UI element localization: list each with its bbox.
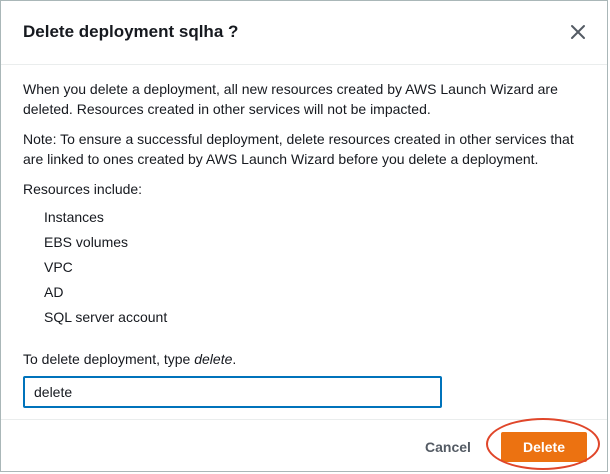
dialog-title: Delete deployment sqlha ?: [23, 22, 239, 41]
close-button[interactable]: [569, 23, 587, 41]
confirm-instruction: To delete deployment, type delete.: [23, 351, 236, 367]
confirm-suffix: .: [232, 351, 237, 367]
list-item: EBS volumes: [44, 234, 129, 250]
dialog-header: Delete deployment sqlha ?: [1, 1, 607, 65]
close-icon: [571, 25, 585, 39]
resources-list: Instances EBS volumes VPC AD SQL server …: [23, 205, 593, 330]
list-item: SQL server account: [44, 309, 168, 325]
cancel-button[interactable]: Cancel: [409, 433, 487, 461]
deletion-info-text: When you delete a deployment, all new re…: [23, 81, 558, 117]
deletion-note-text: Note: To ensure a successful deployment,…: [23, 131, 574, 167]
dialog-footer: Cancel Delete: [1, 419, 607, 473]
list-item: Instances: [44, 209, 104, 225]
confirm-keyword: delete: [194, 351, 233, 367]
list-item: VPC: [44, 259, 73, 275]
confirm-delete-input[interactable]: [23, 376, 442, 408]
delete-deployment-dialog: Delete deployment sqlha ? When you delet…: [0, 0, 608, 472]
resources-label: Resources include:: [23, 181, 143, 197]
list-item: AD: [44, 284, 64, 300]
confirm-prefix: To delete deployment, type: [23, 351, 195, 367]
dialog-body: When you delete a deployment, all new re…: [23, 79, 593, 330]
delete-button[interactable]: Delete: [501, 432, 587, 462]
